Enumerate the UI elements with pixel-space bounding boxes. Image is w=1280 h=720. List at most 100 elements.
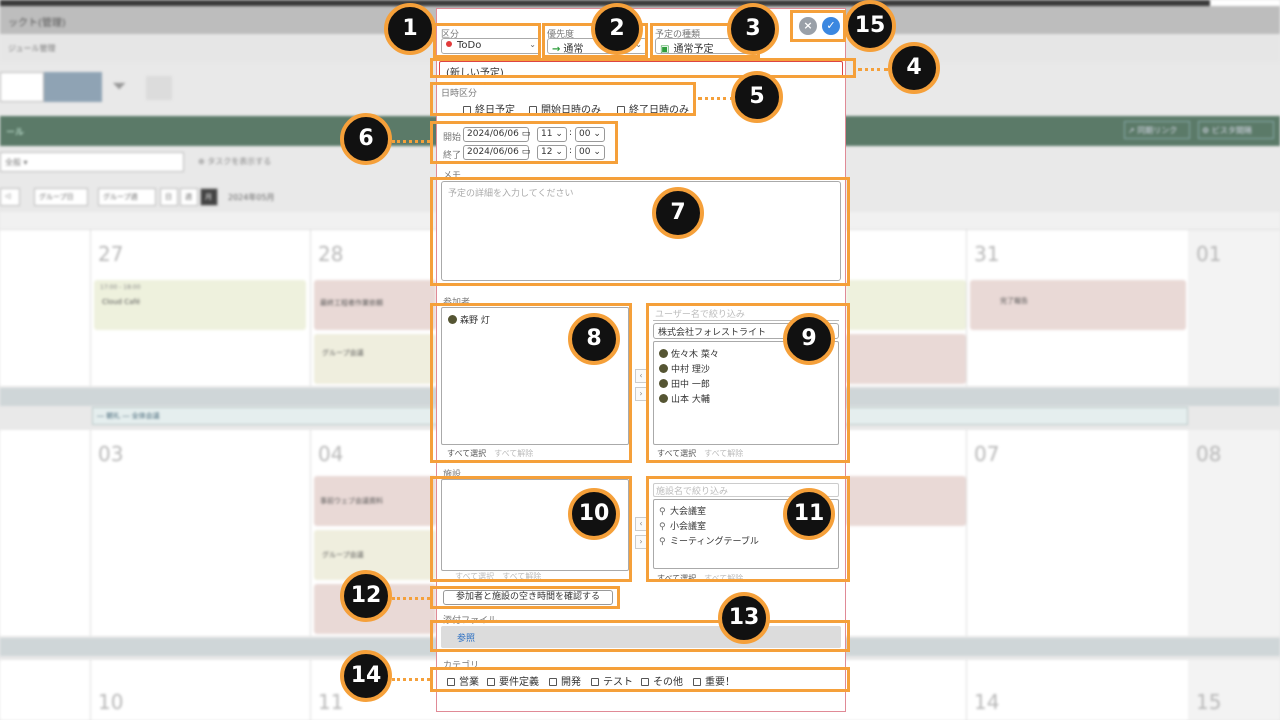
select-all-link[interactable]: すべて選択 (447, 449, 486, 458)
clear-all-link[interactable]: すべて解除 (502, 572, 541, 581)
select-all-link[interactable]: すべて選択 (657, 574, 696, 583)
tag-checkbox[interactable]: 開発 (549, 673, 581, 688)
allday-checkbox[interactable]: 終日予定 (463, 101, 515, 116)
arrow-right-icon[interactable]: › (635, 387, 647, 401)
annotation-badge-8: 8 (568, 313, 620, 365)
annotation-badge-10: 10 (568, 488, 620, 540)
clear-all-link[interactable]: すべて解除 (494, 449, 533, 458)
annotation-badge-13: 13 (718, 592, 770, 644)
attachment-label: 添付ファイル (443, 616, 498, 626)
category-value: ToDo (457, 40, 482, 51)
end-minute-select[interactable]: 00 ⌄ (575, 145, 605, 160)
start-only-checkbox[interactable]: 開始日時のみ (529, 101, 601, 116)
close-button[interactable]: × (799, 17, 817, 35)
end-only-checkbox[interactable]: 終了日時のみ (617, 101, 689, 116)
annotation-badge-6: 6 (340, 113, 392, 165)
end-date-input[interactable]: 2024/06/06 ▭ (463, 145, 530, 160)
chevron-down-icon: ⌄ (529, 40, 536, 49)
arrow-right-icon: → (552, 44, 561, 54)
bg-date: 03 (98, 442, 124, 466)
schedule-header-label: ール (6, 128, 25, 138)
bg-search-button (44, 72, 102, 102)
start-date-input[interactable]: 2024/06/06 ▭ (463, 127, 531, 142)
bg-date: 11 (318, 690, 344, 714)
calendar-icon: ▭ (521, 129, 531, 139)
bg-event (846, 334, 966, 384)
bg-event (846, 476, 966, 526)
user-item[interactable]: 田中 一郎 (659, 377, 710, 390)
user-item[interactable]: 中村 理沙 (659, 362, 710, 375)
tag-checkbox[interactable]: 営業 (447, 673, 479, 688)
select-all-link[interactable]: すべて選択 (455, 572, 494, 581)
datetime-type-label: 日時区分 (441, 89, 478, 99)
memo-textarea[interactable]: 予定の詳細を入力してください (441, 181, 841, 281)
select-all-link[interactable]: すべて選択 (657, 449, 696, 458)
arrow-left-icon[interactable]: ‹ (635, 517, 647, 531)
save-button[interactable]: ✓ (822, 17, 840, 35)
bg-month-label: 2024年05月 (228, 193, 275, 202)
end-hour-select[interactable]: 12 ⌄ (537, 145, 567, 160)
title-input[interactable]: (新しい予定) (439, 61, 843, 79)
bg-date: 27 (98, 242, 124, 266)
funnel-icon: ⏷ (112, 76, 127, 97)
bg-date: 15 (1196, 690, 1222, 714)
bg-show-tasks-link: ⊕ タスクを表示する (198, 157, 272, 166)
chart-icon (146, 76, 172, 100)
leader-line-6 (392, 140, 430, 143)
facility-item[interactable]: ⚲ ミーティングテーブル (659, 534, 759, 547)
location-pin-icon: ⚲ (659, 537, 666, 547)
annotation-badge-7: 7 (652, 187, 704, 239)
arrow-right-icon[interactable]: › (635, 535, 647, 549)
chevron-down-icon: ⌄ (593, 129, 601, 139)
bg-nav-prev: ◁ (0, 188, 20, 206)
annotation-badge-12: 12 (340, 570, 392, 622)
memo-label: メモ (443, 171, 462, 181)
annotation-badge-3: 3 (727, 3, 779, 55)
todo-dot-icon (446, 41, 452, 47)
participants-select-actions: すべて選択 すべて解除 (447, 448, 533, 459)
category-select[interactable]: ToDo ⌄ (441, 38, 541, 54)
bg-event (846, 280, 966, 330)
tag-checkbox[interactable]: 要件定義 (487, 673, 539, 688)
priority-value: 通常 (563, 44, 584, 54)
browse-button[interactable]: 参照 (457, 631, 475, 644)
app-subtitle: ジュール管理 (8, 44, 56, 53)
participant-item[interactable]: 森野 灯 (448, 313, 490, 326)
bg-date: 01 (1196, 242, 1222, 266)
bg-event: グループ会議 (314, 334, 436, 384)
bg-filter-select: 全般 ▾ (0, 152, 184, 172)
tag-checkbox[interactable]: 重要！ (693, 673, 735, 688)
annotation-badge-11: 11 (783, 488, 835, 540)
calendar-icon: ▣ (660, 44, 670, 54)
start-minute-select[interactable]: 00 ⌄ (575, 127, 605, 142)
users-select-actions: すべて選択 すべて解除 (657, 448, 743, 459)
annotation-badge-2: 2 (591, 3, 643, 55)
leader-line-14 (392, 678, 430, 681)
annotation-badge-5: 5 (731, 71, 783, 123)
bg-event: 17:00 - 18:00 Cloud Café (94, 280, 306, 330)
tag-checkbox[interactable]: その他 (641, 673, 683, 688)
avatar (659, 379, 668, 388)
avatar (659, 349, 668, 358)
attachment-dropzone[interactable]: 参照 (441, 626, 841, 648)
user-item[interactable]: 佐々木 菜々 (659, 347, 719, 360)
clear-all-link[interactable]: すべて解除 (704, 574, 743, 583)
tag-checkbox[interactable]: テスト (591, 673, 633, 688)
bg-event: 最終工程者作業依頼 (314, 280, 436, 330)
view-settings-button: ⚙ ビスタ間隔 (1198, 121, 1274, 139)
bg-date: 04 (318, 442, 344, 466)
clear-all-link[interactable]: すべて解除 (704, 449, 743, 458)
annotation-badge-9: 9 (783, 313, 835, 365)
arrow-left-icon[interactable]: ‹ (635, 369, 647, 383)
facility-item[interactable]: ⚲ 大会議室 (659, 504, 706, 517)
chevron-down-icon: ⌄ (555, 147, 563, 157)
bg-nav-month: 月 (200, 188, 218, 206)
sync-link-button: ↗ 同期リンク (1124, 121, 1190, 139)
bg-nav-week: 週 (180, 188, 198, 206)
chevron-down-icon: ⌄ (555, 129, 563, 139)
bg-date: 08 (1196, 442, 1222, 466)
check-availability-button[interactable]: 参加者と施設の空き時間を確認する (443, 590, 613, 605)
facility-item[interactable]: ⚲ 小会議室 (659, 519, 706, 532)
user-item[interactable]: 山本 大輔 (659, 392, 710, 405)
start-hour-select[interactable]: 11 ⌄ (537, 127, 567, 142)
